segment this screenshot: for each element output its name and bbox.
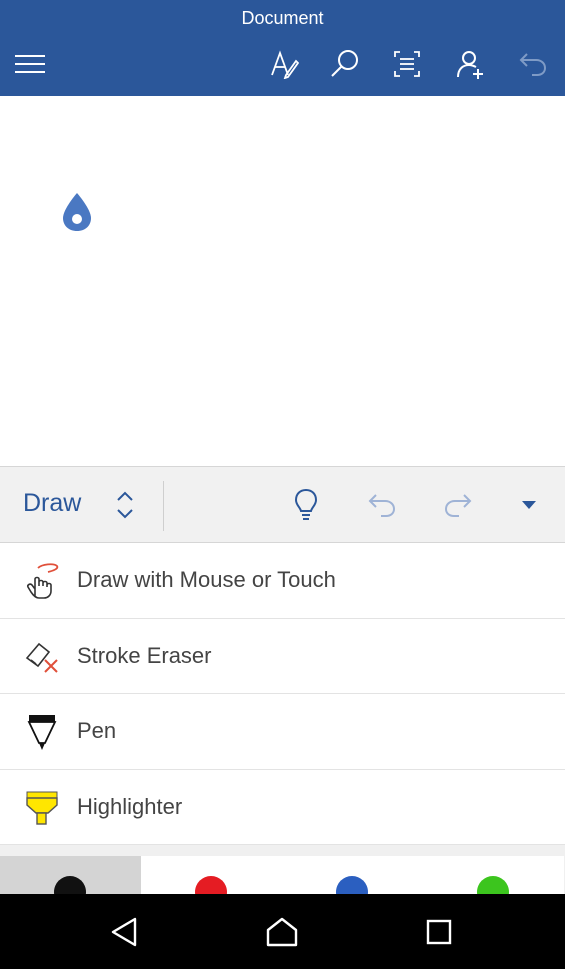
document-title: Document [241, 8, 324, 28]
home-icon[interactable] [262, 912, 302, 952]
ink-color-strip [0, 845, 565, 894]
reading-view-icon[interactable] [385, 42, 429, 86]
back-icon[interactable] [104, 912, 144, 952]
ink-cursor-drop-icon [60, 191, 94, 238]
ribbon-bar: Draw [0, 466, 565, 543]
menu-item-label: Pen [77, 718, 117, 743]
color-swatch-blue[interactable] [282, 856, 423, 894]
chevron-updown-icon[interactable] [112, 487, 138, 523]
menu-item-stroke-eraser[interactable]: Stroke Eraser [0, 618, 565, 694]
share-person-icon[interactable] [449, 42, 493, 86]
edit-format-icon[interactable] [262, 42, 306, 86]
color-dot [336, 876, 368, 894]
system-nav-bar [0, 894, 565, 969]
highlighter-icon [22, 788, 62, 828]
menu-item-highlighter[interactable]: Highlighter [0, 769, 565, 845]
ribbon-redo-icon[interactable] [438, 485, 478, 525]
lightbulb-icon[interactable] [286, 485, 326, 525]
app-bar: Document [0, 0, 565, 96]
stroke-eraser-icon [22, 637, 62, 677]
color-swatch-black[interactable] [0, 856, 141, 894]
draw-menu-list: Draw with Mouse or Touch Stroke Eraser P… [0, 543, 565, 845]
color-dot [477, 876, 509, 894]
color-dot [54, 876, 86, 894]
ribbon-divider [163, 481, 164, 531]
undo-icon[interactable] [511, 42, 555, 86]
color-dot [195, 876, 227, 894]
ribbon-undo-icon[interactable] [362, 485, 402, 525]
search-icon[interactable] [323, 42, 367, 86]
menu-item-label: Draw with Mouse or Touch [77, 567, 336, 592]
menu-item-label: Highlighter [77, 793, 183, 819]
menu-item-label: Stroke Eraser [77, 642, 212, 668]
dropdown-arrow-icon[interactable] [509, 485, 549, 525]
menu-item-draw-with-mouse-or-touch[interactable]: Draw with Mouse or Touch [0, 543, 565, 619]
color-swatch-green[interactable] [423, 856, 564, 894]
hamburger-menu-icon[interactable] [8, 42, 52, 86]
app-root: Document Draw Draw with Mouse or Touch S… [0, 0, 565, 969]
pen-icon [22, 712, 62, 752]
recents-icon[interactable] [419, 912, 459, 952]
color-swatch-red[interactable] [141, 856, 282, 894]
ribbon-tab-draw[interactable]: Draw [23, 489, 81, 518]
document-canvas[interactable] [0, 96, 565, 466]
draw-touch-icon [22, 561, 62, 601]
menu-item-pen[interactable]: Pen [0, 694, 565, 770]
